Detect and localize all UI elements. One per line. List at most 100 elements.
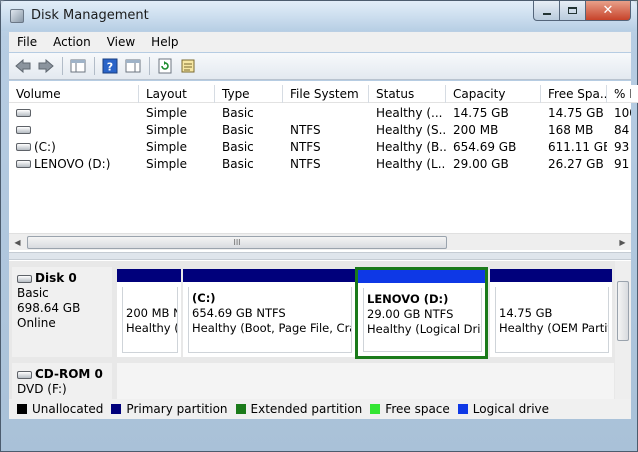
properties-icon [181,59,195,73]
forward-button[interactable] [35,56,57,76]
partition-bar [490,269,612,282]
column-type[interactable]: Type [215,85,283,103]
disk-management-window: Disk Management ✕ File Action View Help [0,0,638,452]
status-cell: Healthy (... [376,105,443,120]
column-free-space[interactable]: Free Spa... [541,85,607,103]
help-icon: ? [102,58,118,74]
scroll-grip-icon: III [233,238,241,247]
close-button[interactable]: ✕ [586,1,631,21]
window-controls: ✕ [533,1,631,21]
partition-oem[interactable]: 14.75 GB Healthy (OEM Partiti [490,269,612,357]
legend-swatch [235,404,246,414]
partition-details: (C:) 654.69 GB NTFS Healthy (Boot, Page … [188,287,352,353]
column-percent-free[interactable]: % F [607,85,631,103]
table-row[interactable]: Simple Basic Healthy (... 14.75 GB 14.75… [9,104,631,121]
scroll-left-icon[interactable]: ◀ [9,234,26,251]
free-space-cell: 168 MB [548,122,594,137]
partition-bar [358,270,485,283]
graphical-view-vertical-scrollbar[interactable] [615,261,631,399]
column-capacity[interactable]: Capacity [446,85,541,103]
partition-details: 14.75 GB Healthy (OEM Partiti [495,287,609,353]
partition-size: 29.00 GB NTFS [367,307,454,321]
toolbar-separator [149,57,150,75]
free-space-cell: 26.27 GB [548,156,604,171]
capacity-cell: 14.75 GB [453,105,509,120]
partition-name [499,291,605,306]
menu-help[interactable]: Help [143,35,186,49]
minimize-button[interactable] [533,1,560,21]
cdrom-0-label[interactable]: CD-ROM 0 DVD (F:) [12,363,112,399]
table-row[interactable]: LENOVO (D:) Simple Basic NTFS Healthy (L… [9,155,631,172]
disk-0-type: Basic [17,286,49,300]
partition-status: Healthy (Logical Driv [367,322,482,336]
disk-0-size: 698.64 GB [17,301,81,315]
volume-icon [16,159,31,168]
volume-icon [16,108,31,117]
partition-details: 200 MB N Healthy (S [122,287,178,353]
menu-file[interactable]: File [9,35,45,49]
partition-details: LENOVO (D:) 29.00 GB NTFS Healthy (Logic… [363,288,482,352]
layout-cell: Simple [146,105,187,120]
cdrom-0-drive: DVD (F:) [17,382,67,396]
legend-free-space: Free space [370,402,450,416]
percent-free-cell: 100 [614,105,631,120]
volume-icon [16,142,31,151]
partition-status: Healthy (S [126,321,177,335]
layout-cell: Simple [146,139,187,154]
refresh-button[interactable] [154,56,176,76]
legend-swatch [111,404,122,414]
scrollbar-thumb[interactable] [617,281,629,341]
legend-swatch [17,404,27,414]
main-content: Volume Layout Type File System Status Ca… [9,81,638,419]
action-pane-icon [125,59,141,73]
show-hide-action-pane-button[interactable] [122,56,144,76]
back-arrow-icon [15,59,31,73]
menu-bar: File Action View Help [9,32,631,52]
disk-0-name: Disk 0 [17,271,107,286]
status-cell: Healthy (B... [376,139,446,154]
table-row[interactable]: (C:) Simple Basic NTFS Healthy (B... 654… [9,138,631,155]
volume-list-header: Volume Layout Type File System Status Ca… [9,85,638,103]
cdrom-0-name: CD-ROM 0 [17,367,107,382]
type-cell: Basic [222,122,254,137]
pane-splitter[interactable] [9,252,631,260]
partition-name: LENOVO (D:) [367,292,449,306]
back-button[interactable] [12,56,34,76]
column-layout[interactable]: Layout [139,85,215,103]
type-cell: Basic [222,139,254,154]
maximize-button[interactable] [560,1,586,21]
properties-button[interactable] [177,56,199,76]
legend-unallocated: Unallocated [17,402,103,416]
scrollbar-thumb[interactable]: III [27,236,447,249]
disk-0-label[interactable]: Disk 0 Basic 698.64 GB Online [12,267,112,357]
legend-logical-drive: Logical drive [457,402,549,416]
show-hide-console-tree-button[interactable] [67,56,89,76]
table-row[interactable]: Simple Basic NTFS Healthy (S... 200 MB 1… [9,121,631,138]
partition-lenovo-d[interactable]: LENOVO (D:) 29.00 GB NTFS Healthy (Logic… [355,267,488,359]
partition-c[interactable]: (C:) 654.69 GB NTFS Healthy (Boot, Page … [183,269,355,357]
percent-free-cell: 91 [614,156,630,171]
menu-action[interactable]: Action [45,35,99,49]
status-cell: Healthy (S... [376,122,446,137]
refresh-icon [158,58,172,74]
capacity-cell: 654.69 GB [453,139,517,154]
column-volume[interactable]: Volume [9,85,139,103]
volume-list: Simple Basic Healthy (... 14.75 GB 14.75… [9,104,631,172]
volume-cell: LENOVO (D:) [9,157,139,171]
title-bar[interactable]: Disk Management ✕ [1,1,637,31]
volume-list-horizontal-scrollbar[interactable]: ◀ III ▶ [9,233,631,250]
toolbar-separator [62,57,63,75]
partition-status: Healthy (Boot, Page File, Cras [192,321,352,335]
column-file-system[interactable]: File System [283,85,369,103]
free-space-cell: 611.11 GB [548,139,607,154]
column-status[interactable]: Status [369,85,446,103]
help-button[interactable]: ? [99,56,121,76]
menu-view[interactable]: View [99,35,143,49]
svg-text:?: ? [107,61,113,74]
scroll-right-icon[interactable]: ▶ [614,234,631,251]
layout-cell: Simple [146,156,187,171]
percent-free-cell: 93 [614,139,630,154]
disk-icon [17,274,32,283]
cdrom-0-area[interactable] [117,363,614,399]
partition-system-reserved[interactable]: 200 MB N Healthy (S [117,269,181,357]
